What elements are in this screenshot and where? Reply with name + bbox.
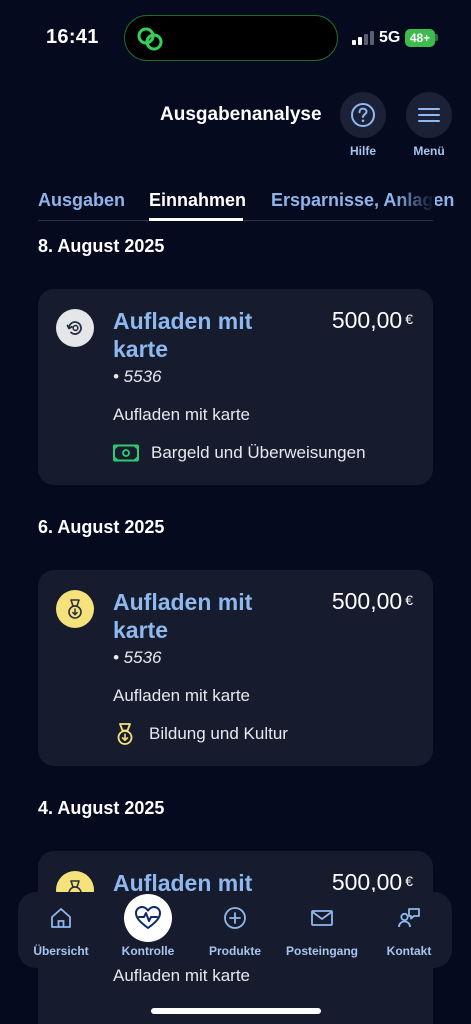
tab-bar: Ausgaben Einnahmen Ersparnisse, Anlagen xyxy=(0,186,471,226)
nav-label: Posteingang xyxy=(285,944,358,958)
battery-icon: 48+ xyxy=(405,29,435,47)
menu-button[interactable]: Menü xyxy=(405,92,453,158)
medal-icon xyxy=(56,590,94,628)
date-heading: 8. August 2025 xyxy=(38,236,165,256)
date-heading: 4. August 2025 xyxy=(38,798,165,818)
nav-label: Kontakt xyxy=(386,944,432,958)
transaction-title: Aufladen mit karte xyxy=(113,589,253,643)
category-row: Bildung und Kultur xyxy=(113,723,288,745)
menu-label: Menü xyxy=(413,144,445,158)
transaction-description: Aufladen mit karte xyxy=(113,966,251,985)
category-row: Bargeld und Überweisungen xyxy=(113,442,366,464)
category-label: Bildung und Kultur xyxy=(149,724,288,743)
hamburger-icon xyxy=(406,92,452,138)
nav-label: Produkte xyxy=(208,944,261,958)
page-title: Ausgabenanalyse xyxy=(160,104,322,125)
link-app-icon xyxy=(137,27,163,51)
home-icon xyxy=(51,908,71,928)
plus-circle-icon xyxy=(224,907,246,929)
home-indicator xyxy=(151,1008,321,1014)
topup-icon xyxy=(56,309,94,347)
help-button[interactable]: Hilfe xyxy=(339,92,387,158)
network-label: 5G xyxy=(379,29,401,46)
card-number: • 5536 xyxy=(113,367,162,386)
transaction-amount: 500,00 € xyxy=(331,307,413,333)
help-icon xyxy=(340,92,386,138)
nav-uebersicht[interactable]: Übersicht xyxy=(18,892,104,968)
dynamic-island xyxy=(124,15,338,61)
transaction-card[interactable]: Aufladen mit karte 500,00 € • 5536 Auflad… xyxy=(38,570,433,766)
nav-kontakt[interactable]: Kontakt xyxy=(366,892,452,968)
medal-icon xyxy=(117,723,133,745)
card-number: • 5536 xyxy=(113,648,162,667)
heart-pulse-icon xyxy=(124,894,172,942)
tab-ausgaben[interactable]: Ausgaben xyxy=(38,190,125,211)
bottom-navigation: Übersicht Kontrolle Produkte Posteingang xyxy=(18,892,452,968)
signal-icon xyxy=(352,31,374,45)
status-time: 16:41 xyxy=(46,26,99,48)
nav-kontrolle[interactable]: Kontrolle xyxy=(105,892,191,968)
transaction-title: Aufladen mit karte xyxy=(113,308,253,362)
battery-tip xyxy=(435,34,438,41)
mail-icon xyxy=(311,910,333,926)
help-label: Hilfe xyxy=(349,144,376,158)
nav-produkte[interactable]: Produkte xyxy=(192,892,278,968)
nav-label: Übersicht xyxy=(33,944,89,958)
transaction-amount: 500,00 € xyxy=(331,588,413,614)
tab-fade xyxy=(395,186,435,220)
nav-label: Kontrolle xyxy=(121,944,175,958)
tab-einnahmen[interactable]: Einnahmen xyxy=(149,190,246,211)
status-bar: 16:41 5G 48+ xyxy=(0,0,471,76)
nav-posteingang[interactable]: Posteingang xyxy=(279,892,365,968)
contact-icon xyxy=(398,908,420,928)
category-label: Bargeld und Überweisungen xyxy=(151,443,366,462)
transaction-description: Aufladen mit karte xyxy=(113,405,251,424)
date-heading: 6. August 2025 xyxy=(38,517,165,537)
transaction-card[interactable]: Aufladen mit karte 500,00 € • 5536 Auflad… xyxy=(38,289,433,485)
cash-icon xyxy=(113,444,139,462)
active-tab-indicator xyxy=(149,218,243,221)
transaction-description: Aufladen mit karte xyxy=(113,686,251,705)
